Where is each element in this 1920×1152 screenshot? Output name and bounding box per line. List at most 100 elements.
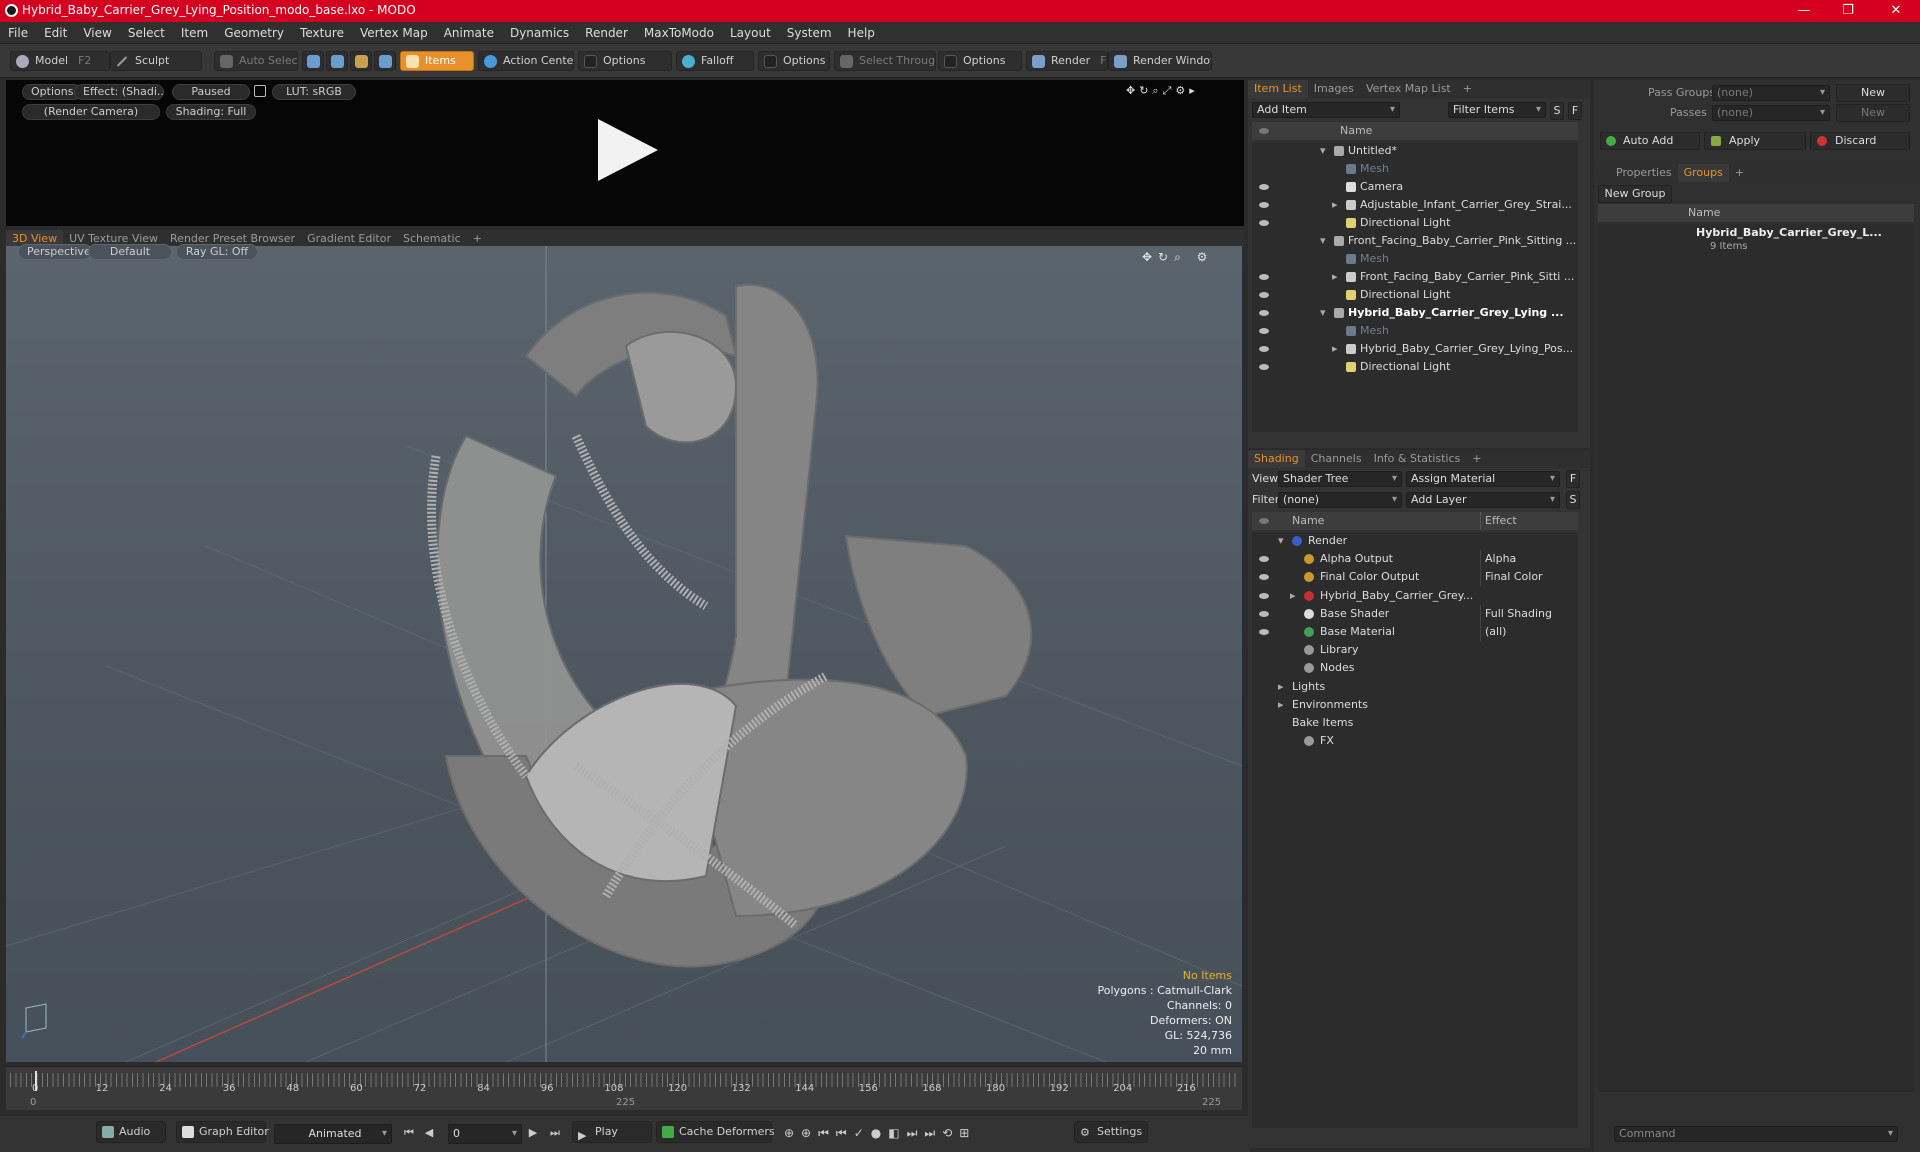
assign-material-dropdown[interactable]: Assign Material: [1406, 471, 1560, 487]
expand-arrow-icon[interactable]: ▸: [1332, 340, 1338, 358]
auto-select-button[interactable]: Auto Select: [214, 51, 298, 71]
menu-animate[interactable]: Animate: [436, 22, 502, 44]
playhead[interactable]: [35, 1071, 37, 1091]
view-dropdown[interactable]: Shader Tree: [1278, 471, 1402, 487]
new-pass-group-button[interactable]: New: [1836, 84, 1910, 102]
item-row[interactable]: Mesh: [1252, 160, 1578, 178]
shading-filter-dropdown[interactable]: (none): [1278, 492, 1402, 508]
render-button[interactable]: RenderF9: [1026, 51, 1108, 71]
expand-arrow-icon[interactable]: ▸: [1332, 196, 1338, 214]
polygons-mode-button[interactable]: [350, 51, 372, 71]
menu-view[interactable]: View: [75, 22, 119, 44]
tab-channels[interactable]: Channels: [1305, 450, 1368, 468]
current-frame-input[interactable]: 0: [448, 1124, 522, 1144]
close-button[interactable]: ✕: [1874, 0, 1918, 22]
group-name-header[interactable]: Name: [1688, 204, 1720, 222]
expand-arrow-icon[interactable]: ▾: [1320, 232, 1326, 250]
action-center-options-button[interactable]: Options: [578, 51, 672, 71]
expand-arrow-icon[interactable]: ▸: [1332, 268, 1338, 286]
menu-item[interactable]: Item: [173, 22, 216, 44]
shader-row[interactable]: ▾ Render: [1252, 532, 1578, 550]
first-frame-icon[interactable]: ⏮: [402, 1126, 416, 1140]
settings-button[interactable]: ⚙ Settings: [1074, 1121, 1148, 1143]
shader-row[interactable]: FX: [1252, 732, 1578, 750]
discard-button[interactable]: Discard: [1810, 132, 1910, 150]
maximize-button[interactable]: ❐: [1826, 0, 1870, 22]
action-center-button[interactable]: Action Center: [478, 51, 574, 71]
menu-texture[interactable]: Texture: [292, 22, 352, 44]
next-frame-icon[interactable]: ▶: [526, 1126, 540, 1140]
shader-effect-dropdown[interactable]: (all): [1480, 623, 1576, 641]
falloff-button[interactable]: Falloff: [676, 51, 754, 71]
shader-row[interactable]: Nodes: [1252, 659, 1578, 677]
add-item-dropdown[interactable]: Add Item: [1252, 102, 1400, 118]
item-row[interactable]: Camera: [1252, 178, 1578, 196]
visibility-eye-icon[interactable]: [1259, 610, 1269, 617]
item-row[interactable]: Directional Light: [1252, 214, 1578, 232]
visibility-eye-icon[interactable]: [1259, 556, 1269, 563]
shader-effect-dropdown[interactable]: Full Shading: [1480, 604, 1576, 623]
filter-items-input[interactable]: Filter Items: [1448, 102, 1546, 118]
menu-edit[interactable]: Edit: [36, 22, 75, 44]
visibility-eye-icon[interactable]: [1259, 592, 1269, 599]
item-row[interactable]: ▸ Adjustable_Infant_Carrier_Grey_Strai...: [1252, 196, 1578, 214]
render-window-button[interactable]: Render Window: [1108, 51, 1212, 71]
lut-dropdown[interactable]: LUT: sRGB: [272, 84, 356, 100]
shader-row[interactable]: ▸ Hybrid_Baby_Carrier_Grey...: [1252, 587, 1578, 605]
tab-vertex-map-list[interactable]: Vertex Map List: [1360, 80, 1457, 98]
item-row[interactable]: ▾ Untitled*: [1252, 142, 1578, 160]
visibility-eye-icon[interactable]: [1259, 629, 1269, 635]
expand-arrow-icon[interactable]: ▾: [1320, 304, 1326, 322]
render-camera-dropdown[interactable]: (Render Camera): [22, 104, 160, 120]
shader-row[interactable]: ▸ Lights: [1252, 678, 1578, 696]
sculpt-mode-button[interactable]: Sculpt: [110, 51, 202, 71]
effect-dropdown[interactable]: Effect: (Shadi...: [74, 84, 164, 100]
shader-effect-dropdown[interactable]: Final Color: [1480, 568, 1576, 587]
falloff-options-button[interactable]: Options: [758, 51, 830, 71]
edges-mode-button[interactable]: [326, 51, 348, 71]
menu-system[interactable]: System: [779, 22, 840, 44]
raygl-toggle[interactable]: Ray GL: Off: [176, 244, 258, 260]
item-row[interactable]: Directional Light: [1252, 358, 1578, 376]
prev-frame-icon[interactable]: ◀: [422, 1126, 436, 1140]
menu-layout[interactable]: Layout: [722, 22, 779, 44]
item-row[interactable]: Mesh: [1252, 250, 1578, 268]
add-tab-button[interactable]: +: [1729, 164, 1750, 182]
visibility-eye-icon[interactable]: [1259, 292, 1269, 298]
add-tab-button[interactable]: +: [1457, 80, 1478, 98]
item-row[interactable]: Directional Light: [1252, 286, 1578, 304]
shader-name-header[interactable]: Name: [1292, 512, 1324, 530]
shader-row[interactable]: Base Material (all): [1252, 623, 1578, 641]
menu-file[interactable]: File: [0, 22, 36, 44]
minimize-button[interactable]: —: [1782, 0, 1826, 22]
tab-groups[interactable]: Groups: [1677, 164, 1729, 182]
tab-info-statistics[interactable]: Info & Statistics: [1368, 450, 1467, 468]
viewport-3d[interactable]: Perspective Default Ray GL: Off ✥↻⌕ ⚙ No…: [6, 244, 1242, 1062]
last-frame-icon[interactable]: ⏭: [548, 1126, 562, 1140]
filter-f-button[interactable]: F: [1568, 102, 1582, 120]
expand-arrow-icon[interactable]: ▸: [1278, 696, 1284, 714]
shader-effect-dropdown[interactable]: Alpha: [1480, 550, 1576, 569]
command-input[interactable]: Command: [1614, 1126, 1898, 1142]
pass-groups-dropdown[interactable]: (none): [1712, 85, 1830, 101]
shading-s-button[interactable]: S: [1566, 491, 1580, 509]
play-preview-icon[interactable]: [592, 115, 662, 185]
shader-row[interactable]: Library: [1252, 641, 1578, 659]
select-through-button[interactable]: Select Through: [834, 51, 936, 71]
menu-maxtomodo[interactable]: MaxToModo: [636, 22, 722, 44]
tab-item-list[interactable]: Item List: [1248, 80, 1308, 98]
expand-arrow-icon[interactable]: ▸: [1290, 587, 1296, 605]
passes-dropdown[interactable]: (none): [1712, 105, 1830, 121]
default-style-dropdown[interactable]: Default: [88, 244, 172, 260]
visibility-eye-icon[interactable]: [1259, 274, 1269, 280]
visibility-eye-icon[interactable]: [1259, 328, 1269, 334]
materials-mode-button[interactable]: [374, 51, 396, 71]
visibility-eye-icon[interactable]: [1259, 184, 1269, 190]
new-group-button[interactable]: New Group: [1598, 185, 1672, 203]
timeline[interactable]: 0 12 24 36 48 60 72 84 96 108 120 132 144 156 168 180 19…: [6, 1066, 1242, 1110]
menu-select[interactable]: Select: [120, 22, 173, 44]
item-row[interactable]: ▸ Front_Facing_Baby_Carrier_Pink_Sitti ..…: [1252, 268, 1578, 286]
shader-effect-header[interactable]: Effect: [1480, 512, 1517, 530]
new-pass-button[interactable]: New: [1836, 104, 1910, 122]
add-tab-button[interactable]: +: [1466, 450, 1487, 468]
